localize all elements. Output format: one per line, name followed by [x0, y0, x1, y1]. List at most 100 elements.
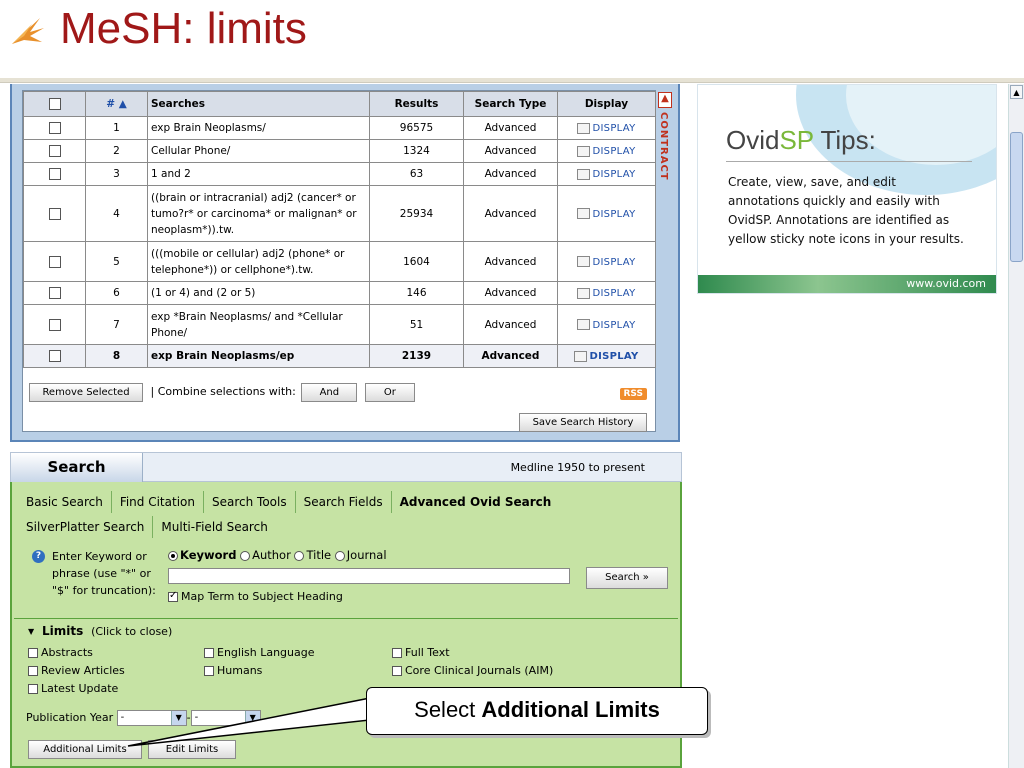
search-query-input[interactable] — [168, 568, 570, 584]
row-search: Cellular Phone/ — [147, 139, 370, 163]
row-search-type: Advanced — [463, 116, 558, 140]
row-search-type: Advanced — [463, 304, 558, 345]
table-row: 6 (1 or 4) and (2 or 5) 146 Advanced DIS… — [23, 281, 656, 305]
limit-abstracts[interactable]: Abstracts — [28, 646, 93, 659]
display-link[interactable]: DISPLAY — [577, 145, 635, 157]
rss-feed-button[interactable]: RSS — [619, 388, 647, 400]
row-checkbox[interactable] — [48, 318, 61, 331]
edit-limits-button[interactable]: Edit Limits — [148, 740, 236, 759]
limits-divider — [14, 618, 678, 619]
row-results: 96575 — [369, 116, 464, 140]
table-row: 8 exp Brain Neoplasms/ep 2139 Advanced D… — [23, 344, 656, 368]
orange-leaf-logo-icon — [12, 18, 44, 44]
row-checkbox[interactable] — [48, 207, 61, 220]
combine-or-button[interactable]: Or — [364, 383, 415, 402]
tab-silverplatter-search[interactable]: SilverPlatter Search — [18, 516, 154, 538]
map-term-checkbox[interactable] — [168, 590, 178, 602]
question-icon[interactable]: ? — [32, 550, 45, 563]
combine-and-button[interactable]: And — [301, 383, 358, 402]
select-all-checkbox[interactable] — [48, 98, 61, 110]
document-icon — [577, 319, 591, 330]
tips-footer-link[interactable]: www.ovid.com — [698, 275, 996, 293]
limit-english-language[interactable]: English Language — [204, 646, 315, 659]
search-header: Search Medline 1950 to present — [10, 452, 682, 482]
contract-toggle[interactable]: ▲ CONTRACT — [658, 92, 672, 212]
radio-keyword[interactable]: Keyword — [168, 548, 236, 562]
search-button[interactable]: Search » — [586, 567, 668, 589]
document-icon — [577, 287, 591, 299]
display-link[interactable]: DISPLAY — [577, 208, 635, 220]
document-icon — [577, 145, 591, 157]
map-term-option[interactable]: Map Term to Subject Heading — [168, 590, 343, 603]
publication-year-row: Publication Year - ▼ - - ▼ — [26, 710, 261, 726]
row-checkbox[interactable] — [48, 168, 61, 180]
tab-advanced-ovid-search[interactable]: Advanced Ovid Search — [392, 491, 560, 513]
scroll-up-icon[interactable]: ▲ — [1010, 85, 1023, 99]
table-row: 1 exp Brain Neoplasms/ 96575 Advanced DI… — [23, 116, 656, 140]
radio-journal[interactable]: Journal — [334, 548, 387, 562]
select-all-header[interactable] — [23, 91, 86, 117]
row-checkbox[interactable] — [48, 287, 61, 299]
scroll-thumb[interactable] — [1010, 132, 1023, 262]
tab-find-citation[interactable]: Find Citation — [112, 491, 204, 513]
row-number: 3 — [85, 162, 148, 186]
row-number: 6 — [85, 281, 148, 305]
history-header-row: # ▲ Searches Results Search Type Display — [23, 91, 656, 117]
column-number-sort[interactable]: # ▲ — [85, 91, 148, 117]
row-number: 7 — [85, 304, 148, 345]
page-scrollbar[interactable]: ▲ — [1008, 84, 1024, 768]
search-tab[interactable]: Search — [11, 453, 143, 482]
tab-search-fields[interactable]: Search Fields — [296, 491, 392, 513]
search-mode-tabs-row2: SilverPlatter Search Multi-Field Search — [18, 516, 276, 538]
limit-latest-update[interactable]: Latest Update — [28, 682, 118, 695]
limit-full-text[interactable]: Full Text — [392, 646, 450, 659]
document-icon — [577, 208, 591, 219]
display-link[interactable]: DISPLAY — [577, 287, 635, 299]
table-row: 5 (((mobile or cellular) adj2 (phone* or… — [23, 241, 656, 282]
row-results: 63 — [369, 162, 464, 186]
limit-core-clinical-journals[interactable]: Core Clinical Journals (AIM) — [392, 664, 553, 677]
query-prompt: Enter Keyword or phrase (use "*" or "$" … — [52, 550, 156, 597]
row-results: 1324 — [369, 139, 464, 163]
row-search: exp *Brain Neoplasms/ and *Cellular Phon… — [147, 304, 370, 345]
row-search-type: Advanced — [463, 344, 558, 368]
tab-multi-field-search[interactable]: Multi-Field Search — [153, 516, 275, 538]
row-checkbox[interactable] — [48, 350, 61, 362]
display-link[interactable]: DISPLAY — [577, 319, 635, 331]
year-from-select[interactable]: - ▼ — [116, 710, 187, 726]
display-link[interactable]: DISPLAY — [577, 122, 635, 134]
limits-toggle[interactable]: ▼ Limits (Click to close) — [28, 624, 172, 638]
table-row: 3 1 and 2 63 Advanced DISPLAY — [23, 162, 656, 186]
limit-review-articles[interactable]: Review Articles — [28, 664, 125, 677]
remove-selected-button[interactable]: Remove Selected — [29, 383, 143, 402]
tab-basic-search[interactable]: Basic Search — [18, 491, 112, 513]
display-link[interactable]: DISPLAY — [577, 168, 635, 180]
radio-author[interactable]: Author — [240, 548, 291, 562]
additional-limits-button[interactable]: Additional Limits — [28, 740, 142, 759]
radio-title[interactable]: Title — [294, 548, 331, 562]
row-results: 2139 — [369, 344, 464, 368]
save-search-history-button[interactable]: Save Search History — [519, 413, 647, 432]
limit-humans[interactable]: Humans — [204, 664, 262, 677]
display-link[interactable]: DISPLAY — [577, 256, 635, 268]
instruction-callout: Select Additional Limits — [366, 687, 708, 735]
row-results: 1604 — [369, 241, 464, 282]
row-checkbox[interactable] — [48, 255, 61, 268]
display-link[interactable]: DISPLAY — [574, 350, 638, 362]
year-to-select[interactable]: - ▼ — [190, 710, 261, 726]
row-checkbox[interactable] — [48, 122, 61, 134]
tips-heading: OvidSP Tips: — [726, 125, 876, 155]
search-history-table: # ▲ Searches Results Search Type Display… — [23, 91, 656, 368]
column-searches: Searches — [147, 91, 370, 117]
row-number: 2 — [85, 139, 148, 163]
document-icon — [574, 350, 588, 362]
row-search-type: Advanced — [463, 139, 558, 163]
search-history-frame: # ▲ Searches Results Search Type Display… — [22, 90, 656, 432]
ovidsp-tips-banner[interactable]: OvidSP Tips: Create, view, save, and edi… — [697, 84, 997, 294]
row-search: exp Brain Neoplasms/ — [147, 116, 370, 140]
tab-search-tools[interactable]: Search Tools — [204, 491, 296, 513]
document-icon — [577, 122, 591, 134]
row-checkbox[interactable] — [48, 145, 61, 157]
row-results: 146 — [369, 281, 464, 305]
slide-title-bar: MeSH: limits — [0, 0, 1024, 80]
